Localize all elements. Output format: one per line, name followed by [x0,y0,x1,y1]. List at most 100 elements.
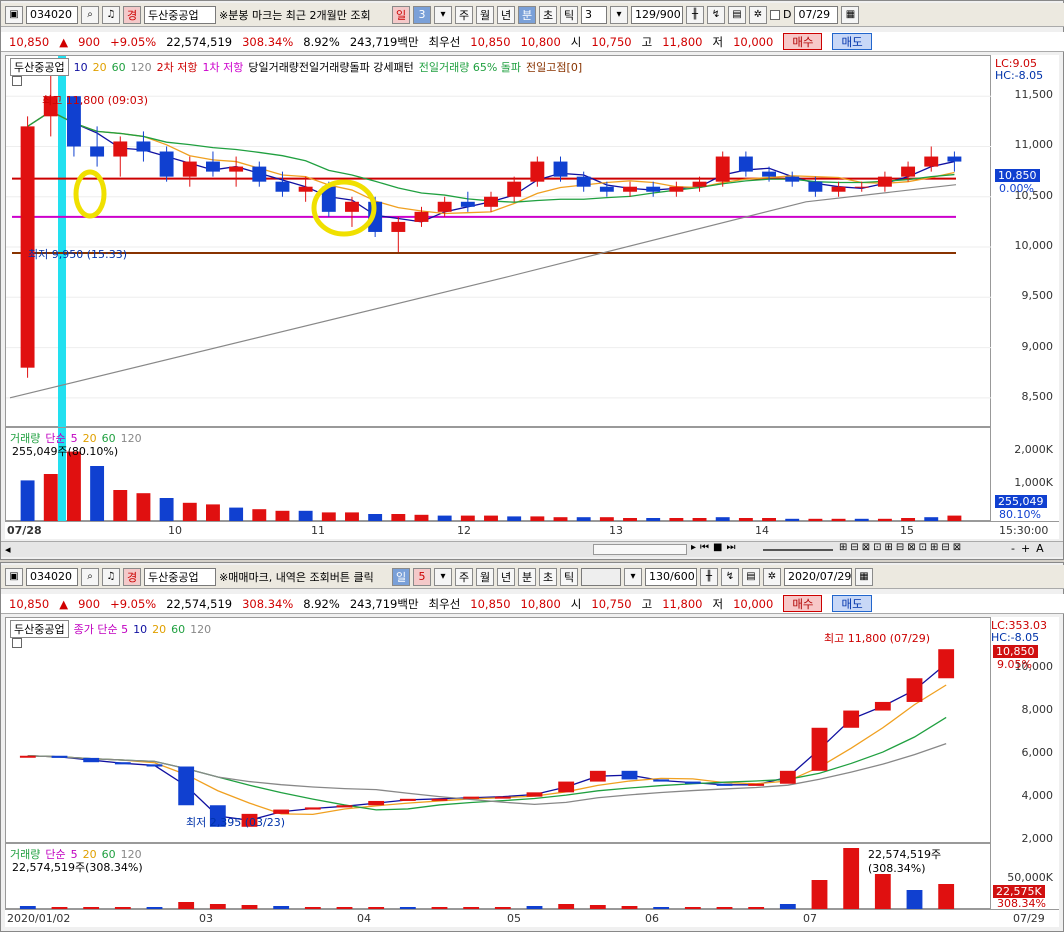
candle-body [304,807,321,810]
tab-month[interactable]: 월 [476,567,494,586]
sell-button[interactable]: 매도 [832,595,872,612]
low-annotation: 최저 9,950 (15:33) [28,248,128,261]
candle-body [206,161,220,172]
window-menu-icon[interactable]: ▣ [5,5,23,24]
zoom-buttons[interactable]: -+A [1011,542,1050,555]
candle-body [576,176,591,187]
tab-tick[interactable]: 틱 [560,567,578,586]
drawing-icon[interactable]: ↯ [721,567,739,586]
grid-icon[interactable] [12,76,22,86]
candle-body [178,766,195,806]
x-tick: 15 [900,524,914,537]
high: 11,800 [662,596,703,611]
interval-select[interactable]: 3 [581,5,607,24]
tab-week[interactable]: 주 [455,567,473,586]
calendar-icon[interactable]: ▦ [841,5,860,24]
gear-icon[interactable]: ✲ [749,5,767,24]
bottom-volume-chart[interactable]: 거래량 단순 5 20 60 120 22,574,519주(308.34%) … [5,843,991,910]
interval-select[interactable] [581,567,621,586]
period-count[interactable]: 5 [413,567,431,586]
top-price-chart[interactable]: 두산중공업 10 20 60 120 2차 저항 1차 저항 당일거래량전일거래… [5,55,992,428]
ma-line [27,743,947,806]
search-icon[interactable]: ⌕ [81,567,99,586]
scroll-left-icon[interactable]: ◂ [5,543,11,556]
buy-button[interactable]: 매수 [783,595,823,612]
volume-bar [113,490,128,522]
speaker-icon[interactable]: ♫ [102,567,120,586]
hc-label: HC:-8.05 [991,631,1040,644]
calendar-icon[interactable]: ▦ [855,567,873,586]
high-label: 고 [641,34,653,49]
volume: 22,574,519 [166,596,233,611]
legend-ma120: 120 [190,622,212,636]
bottom-quote-bar: 10,850 ▲ 900 +9.05% 22,574,519 308.34% 8… [1,594,1064,614]
date-checkbox[interactable] [770,9,780,20]
tab-tick[interactable]: 틱 [560,5,578,24]
volume-bar [874,874,891,910]
buy-button[interactable]: 매수 [783,33,823,50]
stock-code-input[interactable]: 034020 [26,5,78,24]
ma-line [27,663,947,821]
tab-second[interactable]: 초 [539,5,557,24]
top-x-axis: 07/28 10 11 12 13 14 15 15:30:00 [5,521,1059,539]
top-volume-chart[interactable]: 거래량 단순 5 20 60 120 255,049주(80.10%) [5,427,991,522]
volume-bar [811,880,828,910]
save-icon[interactable]: ▤ [742,567,760,586]
candle-body [399,798,416,801]
drawing-icon[interactable]: ↯ [707,5,725,24]
open-label: 시 [570,34,582,49]
stock-name-field[interactable]: 두산중공업 [144,5,216,24]
period-day[interactable]: 일 [392,5,410,24]
turnover: 8.92% [303,596,340,611]
gear-icon[interactable]: ✲ [763,567,781,586]
vol-ratio: 308.34% [242,596,294,611]
chevron-down-icon[interactable]: ▾ [434,567,452,586]
playback-controls[interactable]: ▸⏮■⏭ [691,542,739,553]
date-field[interactable]: 07/29 [794,5,839,24]
candle-body [692,181,707,187]
tab-week[interactable]: 주 [455,5,473,24]
stock-code-input[interactable]: 034020 [26,567,78,586]
period-day[interactable]: 일 [392,567,410,586]
bottom-price-chart[interactable]: 두산중공업 종가 단순 5 10 20 60 120 최고 11,800 (07… [5,617,991,843]
save-icon[interactable]: ▤ [728,5,746,24]
low-label: 저 [712,34,724,49]
open-label: 시 [570,596,582,611]
count-field: 130/600 [645,567,697,586]
candle-icon[interactable]: ╫ [686,5,704,24]
top-toolbar: ▣ 034020 ⌕ ♫ 경 두산중공업 ※분봉 마크는 최근 2개월만 조회 … [1,3,1064,27]
grid-icon[interactable] [12,638,22,648]
tab-month[interactable]: 월 [476,5,494,24]
x-tick: 07/28 [7,524,42,537]
pct-tag: 0.00% [999,182,1034,195]
chevron-down-icon[interactable]: ▾ [434,5,452,24]
tab-minute[interactable]: 분 [518,5,536,24]
candle-icon[interactable]: ╫ [700,567,718,586]
speaker-icon[interactable]: ♫ [102,5,120,24]
zoom-slider[interactable] [763,549,833,551]
tab-year[interactable]: 년 [497,567,515,586]
candle-body [19,755,36,758]
sell-button[interactable]: 매도 [832,33,872,50]
ask: 10,850 [470,596,511,611]
top-price-axis: LC:9.05 HC:-8.05 11,500 11,000 10,500 10,00… [991,55,1059,427]
window-menu-icon[interactable]: ▣ [5,567,23,586]
tab-minute[interactable]: 분 [518,567,536,586]
tab-year[interactable]: 년 [497,5,515,24]
low-annotation: 최저 2,395 (03/23) [186,816,286,829]
best-label: 최우선 [428,596,461,611]
tab-second[interactable]: 초 [539,567,557,586]
date-field[interactable]: 2020/07/29 [784,567,852,586]
period-count[interactable]: 3 [413,5,431,24]
candle-body [589,770,606,782]
candle-body [621,770,638,780]
x-tick: 2020/01/02 [7,912,71,925]
highlight-bar [58,56,66,428]
chevron-down-icon[interactable]: ▾ [624,567,642,586]
search-icon[interactable]: ⌕ [81,5,99,24]
chart-tools-icon[interactable]: ⊞⊟⊠⊡⊞⊟⊠⊡⊞⊟⊠ [839,542,964,553]
top-scrollbar[interactable]: ◂ ▸⏮■⏭ ⊞⊟⊠⊡⊞⊟⊠⊡⊞⊟⊠ -+A [1,541,1063,557]
stock-name-field[interactable]: 두산중공업 [144,567,216,586]
scroll-thumb[interactable] [593,544,687,555]
chevron-down-icon[interactable]: ▾ [610,5,628,24]
